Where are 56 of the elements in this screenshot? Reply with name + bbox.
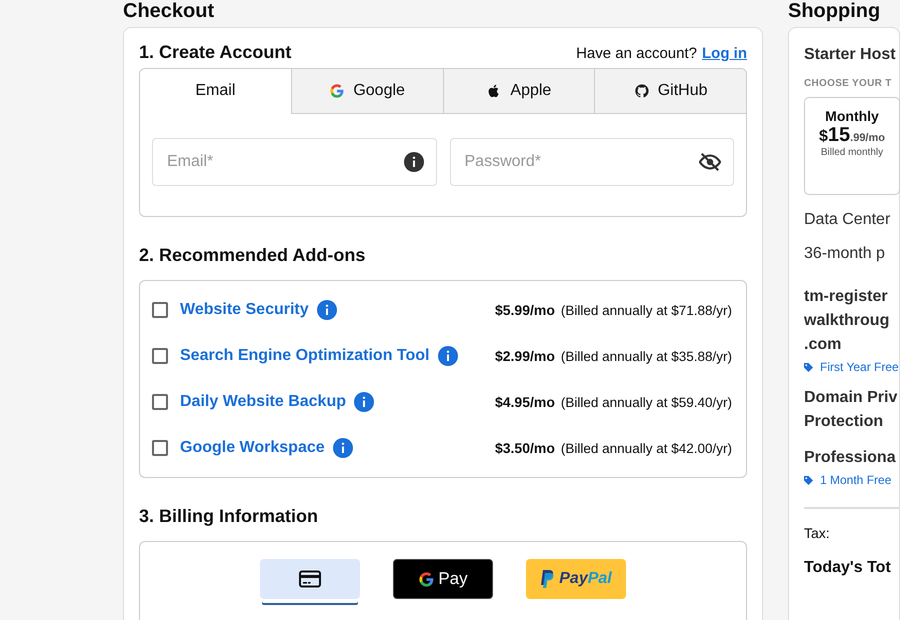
addon-price: $4.95/mo <box>494 394 555 410</box>
addon-link[interactable]: Daily Website Backup <box>180 393 346 411</box>
login-tab[interactable]: GitHub <box>594 69 746 114</box>
info-icon[interactable] <box>332 438 353 458</box>
google-icon <box>418 570 436 588</box>
tax-label: Tax: <box>804 525 831 541</box>
billing-note: (Billed annually at $35.88/yr) <box>560 348 732 364</box>
billing-note: (Billed annually at $71.88/yr) <box>560 302 732 318</box>
total-label: Today's Tot <box>804 559 892 577</box>
google-icon <box>329 83 346 99</box>
promo-text: First Year Free <box>820 360 899 374</box>
google-pay-button[interactable]: Pay <box>393 559 493 599</box>
login-tab[interactable]: Google <box>290 69 442 114</box>
section-heading: 1. Create Account <box>139 42 292 63</box>
promo-text: 1 Month Free <box>820 473 892 487</box>
tag-icon <box>804 362 813 372</box>
page-title: Checkout <box>123 0 216 23</box>
addon-link[interactable]: Search Engine Optimization Tool <box>180 347 430 365</box>
cart-item-name: tm-register walkthroug .com <box>804 287 890 355</box>
section-heading: 2. Recommended Add-ons <box>139 245 366 266</box>
paypal-icon <box>540 570 554 588</box>
plan-name: Starter Host <box>804 46 897 64</box>
checkbox[interactable] <box>152 394 168 410</box>
addon-link[interactable]: Google Workspace <box>180 439 325 457</box>
billing-note: (Billed annually at $59.40/yr) <box>560 394 732 410</box>
login-prompt: Have an account? <box>576 45 697 62</box>
addon-price: $5.99/mo <box>494 302 555 318</box>
page-title: Shopping <box>788 0 882 23</box>
info-icon[interactable] <box>316 300 337 320</box>
credit-card-icon <box>299 570 321 588</box>
hidden-eye-icon[interactable] <box>699 152 721 172</box>
password-field[interactable]: Password* <box>450 138 734 186</box>
login-tab[interactable]: Apple <box>442 69 594 114</box>
addon-price: $2.99/mo <box>494 348 555 364</box>
addon-link[interactable]: Website Security <box>180 301 309 319</box>
term-label: CHOOSE YOUR T <box>804 78 893 89</box>
email-field[interactable]: Email* <box>152 138 436 186</box>
addon-price: $3.50/mo <box>494 440 555 456</box>
billing-note: (Billed annually at $42.00/yr) <box>560 440 732 456</box>
paypal-button[interactable]: PayPal <box>526 559 626 599</box>
cart-item-name: Professiona <box>804 448 897 468</box>
tag-icon <box>804 476 813 484</box>
term-option[interactable]: Monthly $15.99/mo Billed monthly <box>804 97 900 195</box>
login-link[interactable]: Log in <box>702 45 747 62</box>
info-icon[interactable] <box>354 392 374 412</box>
github-icon <box>634 83 650 99</box>
cart-line: 36-month p <box>804 245 886 263</box>
info-icon <box>404 152 424 172</box>
info-icon[interactable] <box>438 346 458 366</box>
section-heading: 3. Billing Information <box>139 506 319 527</box>
cart-line: Data Center <box>804 211 892 229</box>
checkbox[interactable] <box>152 348 168 364</box>
card-payment-button[interactable] <box>260 559 360 599</box>
cart-item-name: Domain Priv Protection <box>804 388 898 432</box>
checkbox[interactable] <box>152 302 168 318</box>
checkbox[interactable] <box>152 440 168 456</box>
